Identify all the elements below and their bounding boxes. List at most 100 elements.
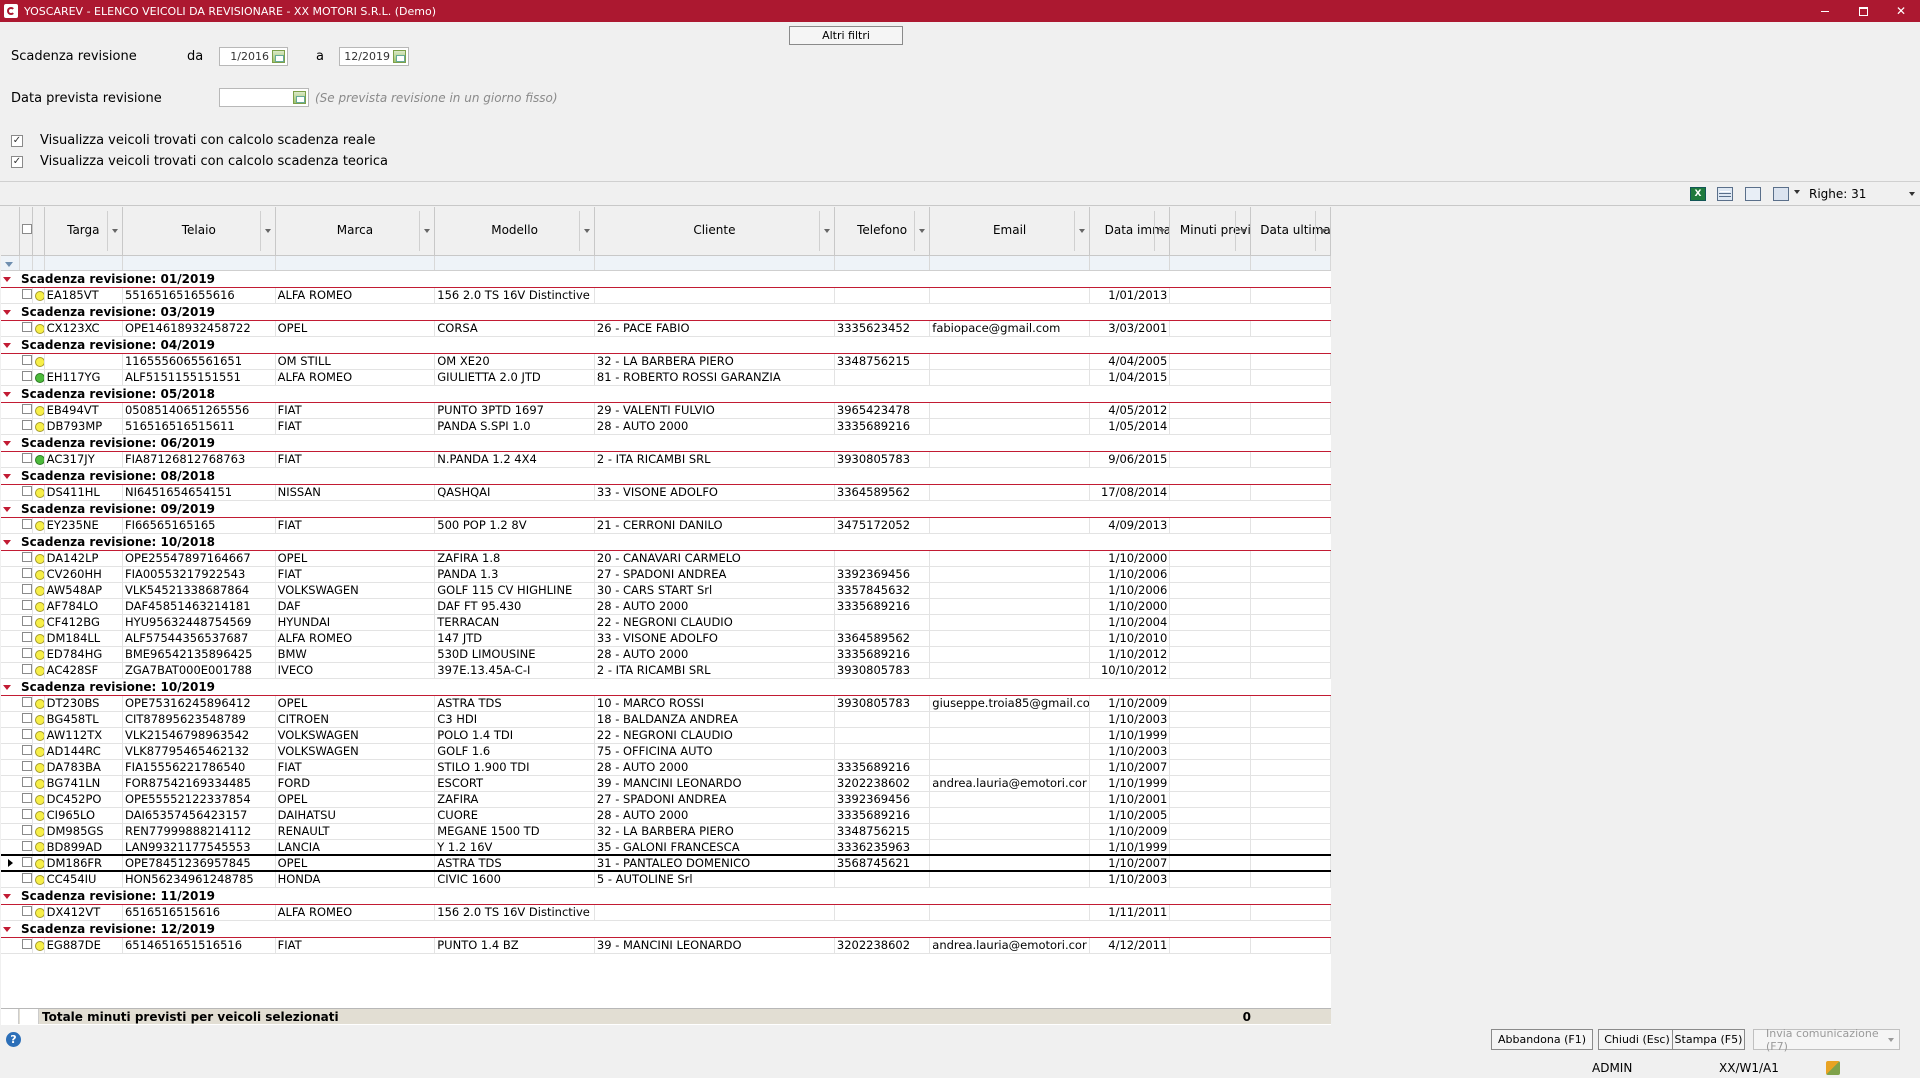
cell-targa[interactable]: BG458TL: [44, 711, 123, 728]
group-header[interactable]: Scadenza revisione: 12/2019: [1, 920, 1331, 938]
cell-telefono[interactable]: [834, 871, 931, 888]
cell-telefono[interactable]: [834, 287, 931, 304]
cell-modello[interactable]: N.PANDA 1.2 4X4: [434, 451, 595, 468]
collapse-arrow-icon[interactable]: [3, 684, 11, 690]
cell-telaio[interactable]: ALF5151155151551: [122, 369, 276, 386]
cell-cliente[interactable]: 29 - VALENTI FULVIO: [594, 402, 835, 419]
cell-marca[interactable]: OPEL: [275, 320, 436, 337]
cell-modello[interactable]: 530D LIMOUSINE: [434, 646, 595, 663]
cell-targa[interactable]: BG741LN: [44, 775, 123, 792]
cell-ultima[interactable]: [1250, 904, 1331, 921]
row-checkbox[interactable]: [21, 873, 32, 884]
cell-targa[interactable]: AD144RC: [44, 743, 123, 760]
cell-modello[interactable]: TERRACAN: [434, 614, 595, 631]
cell-email[interactable]: [929, 646, 1090, 663]
filter-funnel-icon[interactable]: [1, 255, 20, 271]
cell-data-immatr[interactable]: 1/11/2011: [1089, 904, 1171, 921]
row-checkbox[interactable]: [21, 906, 32, 916]
cell-ultima[interactable]: [1250, 566, 1331, 583]
cell-ultima[interactable]: [1250, 320, 1331, 337]
chiudi-button[interactable]: Chiudi (Esc): [1598, 1029, 1676, 1050]
row-checkbox[interactable]: [21, 713, 32, 723]
row-checkbox[interactable]: [21, 355, 32, 365]
cell-data-immatr[interactable]: 1/10/2006: [1089, 582, 1171, 599]
row-checkbox[interactable]: [21, 840, 32, 851]
header-marca[interactable]: Marca: [275, 207, 436, 256]
cell-ultima[interactable]: [1250, 353, 1331, 370]
cell-telaio[interactable]: FI66565165165: [122, 517, 276, 534]
cell-email[interactable]: [929, 711, 1090, 728]
cell-data-immatr[interactable]: 1/04/2015: [1089, 369, 1171, 386]
cell-data-immatr[interactable]: 1/10/1999: [1089, 727, 1171, 744]
cell-data-immatr[interactable]: 1/10/2007: [1089, 854, 1171, 872]
cell-telaio[interactable]: OPE25547897164667: [122, 550, 276, 567]
cell-telaio[interactable]: 551651651655616: [122, 287, 276, 304]
row-checkbox[interactable]: [21, 453, 32, 463]
cell-targa[interactable]: CV260HH: [44, 566, 123, 583]
refresh-icon[interactable]: [1745, 187, 1761, 201]
cell-minuti[interactable]: [1169, 614, 1251, 631]
cell-cliente[interactable]: 22 - NEGRONI CLAUDIO: [594, 727, 835, 744]
header-targa[interactable]: Targa: [44, 207, 123, 256]
cell-telefono[interactable]: 3965423478: [834, 402, 931, 419]
cell-email[interactable]: [929, 451, 1090, 468]
cell-marca[interactable]: FIAT: [275, 402, 436, 419]
table-row[interactable]: EG887DE 6514651651516516 FIAT PUNTO 1.4 BZ 3…: [1, 937, 1331, 954]
header-telaio[interactable]: Telaio: [122, 207, 276, 256]
row-checkbox[interactable]: [21, 825, 32, 835]
row-checkbox[interactable]: [21, 486, 32, 496]
cell-cliente[interactable]: 33 - VISONE ADOLFO: [594, 630, 835, 647]
checkbox-icon[interactable]: ✓: [11, 134, 23, 147]
cell-marca[interactable]: OPEL: [275, 791, 436, 808]
cell-cliente[interactable]: 32 - LA BARBERA PIERO: [594, 353, 835, 370]
table-row[interactable]: CI965LO DAI65357456423157 DAIHATSU CUORE 28 …: [1, 807, 1331, 824]
cell-ultima[interactable]: [1250, 775, 1331, 792]
cell-marca[interactable]: FIAT: [275, 937, 436, 954]
cell-targa[interactable]: DC452PO: [44, 791, 123, 808]
table-row[interactable]: EH117YG ALF5151155151551 ALFA ROMEO GIULIET…: [1, 369, 1331, 386]
cell-email[interactable]: [929, 839, 1090, 856]
cell-ultima[interactable]: [1250, 711, 1331, 728]
cell-telaio[interactable]: REN77999888214112: [122, 823, 276, 840]
row-checkbox[interactable]: [21, 568, 32, 578]
cell-cliente[interactable]: 22 - NEGRONI CLAUDIO: [594, 614, 835, 631]
table-row[interactable]: CX123XC OPE14618932458722 OPEL CORSA 26 - PA…: [1, 320, 1331, 337]
cell-targa[interactable]: [44, 353, 123, 370]
cell-telaio[interactable]: ZGA7BAT000E001788: [122, 662, 276, 679]
cell-ultima[interactable]: [1250, 823, 1331, 840]
cell-marca[interactable]: OM STILL: [275, 353, 436, 370]
row-checkbox[interactable]: [21, 939, 32, 949]
cell-modello[interactable]: PUNTO 1.4 BZ: [434, 937, 595, 954]
scadenza-da-input[interactable]: 1/2016: [219, 47, 288, 66]
cell-marca[interactable]: ALFA ROMEO: [275, 369, 436, 386]
cell-modello[interactable]: STILO 1.900 TDI: [434, 759, 595, 776]
cell-telefono[interactable]: 3336235963: [834, 839, 931, 856]
calendar-icon[interactable]: [293, 91, 306, 104]
table-row[interactable]: DM186FR OPE78451236957845 OPEL ASTRA TDS 31 …: [1, 854, 1331, 872]
cell-ultima[interactable]: [1250, 598, 1331, 615]
table-row[interactable]: DT230BS OPE75316245896412 OPEL ASTRA TDS 10 …: [1, 695, 1331, 712]
group-header[interactable]: Scadenza revisione: 08/2018: [1, 467, 1331, 485]
cell-telaio[interactable]: OPE78451236957845: [122, 854, 276, 872]
row-checkbox[interactable]: [21, 648, 32, 658]
cell-ultima[interactable]: [1250, 646, 1331, 663]
header-email[interactable]: Email: [929, 207, 1090, 256]
cell-marca[interactable]: FORD: [275, 775, 436, 792]
collapse-arrow-icon[interactable]: [3, 309, 11, 315]
cell-data-immatr[interactable]: 1/01/2013: [1089, 287, 1171, 304]
grid-view-icon[interactable]: [1717, 187, 1733, 201]
row-checkbox[interactable]: [21, 809, 32, 819]
cell-targa[interactable]: CF412BG: [44, 614, 123, 631]
cell-email[interactable]: giuseppe.troia85@gmail.co: [929, 695, 1090, 712]
header-modello[interactable]: Modello: [434, 207, 595, 256]
cell-targa[interactable]: CX123XC: [44, 320, 123, 337]
cell-telefono[interactable]: 3348756215: [834, 823, 931, 840]
table-row[interactable]: DM184LL ALF57544356537687 ALFA ROMEO 147 JT…: [1, 630, 1331, 647]
table-row[interactable]: DX412VT 6516516515616 ALFA ROMEO 156 2.0 TS…: [1, 904, 1331, 921]
table-row[interactable]: CV260HH FIA00553217922543 FIAT PANDA 1.3 27 …: [1, 566, 1331, 583]
cell-modello[interactable]: MEGANE 1500 TD: [434, 823, 595, 840]
cell-telaio[interactable]: ALF57544356537687: [122, 630, 276, 647]
group-header[interactable]: Scadenza revisione: 11/2019: [1, 887, 1331, 905]
cell-cliente[interactable]: 27 - SPADONI ANDREA: [594, 566, 835, 583]
cell-data-immatr[interactable]: 17/08/2014: [1089, 484, 1171, 501]
